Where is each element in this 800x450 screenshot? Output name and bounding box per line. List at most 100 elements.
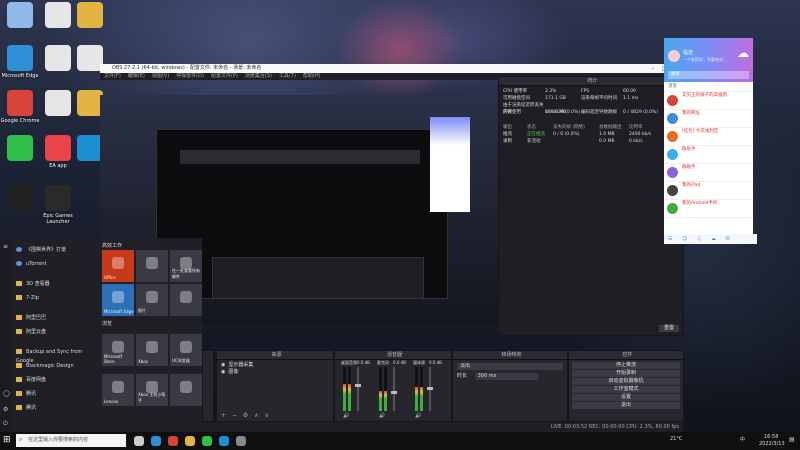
start-tile[interactable]: Microsoft Store xyxy=(102,334,134,366)
volume-slider[interactable] xyxy=(393,367,395,411)
start-list-item[interactable]: 腾讯 xyxy=(16,390,96,399)
start-tile[interactable]: Microsoft Edge xyxy=(102,284,134,316)
menu-item[interactable]: 编辑(E) xyxy=(128,73,145,79)
explorer-icon[interactable] xyxy=(185,436,195,446)
move-up-icon[interactable]: ∧ xyxy=(254,412,258,419)
start-list-item[interactable]: Backup and Sync from Google xyxy=(16,348,96,364)
add-source-icon[interactable]: + xyxy=(221,412,226,419)
start-tile[interactable] xyxy=(170,374,202,406)
visibility-icon[interactable]: ◉ xyxy=(221,362,225,368)
qq-search-input[interactable]: 搜索 xyxy=(668,71,749,79)
source-item[interactable]: ◉ 显示器采集 xyxy=(221,362,329,369)
chat-list-item[interactable]: 又见王的骑子的高福鸽 xyxy=(664,92,753,110)
notification-icon[interactable]: ▤ xyxy=(789,436,795,443)
chat-list-item[interactable]: 我的Android手机 xyxy=(664,200,753,218)
settings-icon[interactable]: ⚙ xyxy=(243,412,248,419)
start-tile[interactable] xyxy=(170,284,202,316)
chat-list-item[interactable]: 群助手 xyxy=(664,146,753,164)
start-tile[interactable]: Xbox 主机小帮手 xyxy=(136,374,168,406)
start-list-item[interactable]: 《围棋世界》打谱 xyxy=(16,246,96,255)
remove-source-icon[interactable]: − xyxy=(232,412,237,419)
start-list-item[interactable]: Blackmagic Design xyxy=(16,362,96,371)
obs-title-bar[interactable]: OBS 27.2.1 (64-bit, windows) - 配置文件: 未命名… xyxy=(100,64,683,73)
taskbar-search-input[interactable]: 在这里输入你要搜索的内容 xyxy=(16,434,126,447)
stats-cell: 171.1 GB xyxy=(545,96,566,101)
level-meter xyxy=(384,367,387,411)
start-tile[interactable]: UC浏览器 xyxy=(170,334,202,366)
start-tile[interactable]: Lenovo xyxy=(102,374,134,406)
chat-list-item[interactable]: 我的iPad xyxy=(664,182,753,200)
duration-input[interactable]: 300 ms xyxy=(474,373,538,380)
start-list-item[interactable]: 百度网盘 xyxy=(16,376,96,385)
volume-handle[interactable] xyxy=(427,386,433,390)
qq-avatar[interactable] xyxy=(668,50,680,62)
clock-time[interactable]: 16:58 xyxy=(764,434,778,440)
qq-icon[interactable] xyxy=(219,436,229,446)
folder-icon xyxy=(16,329,22,334)
settings-icon[interactable]: ⚙ xyxy=(3,406,8,413)
reset-button[interactable]: 重置 xyxy=(659,325,679,332)
start-tile[interactable]: Office xyxy=(102,250,134,282)
minimize-icon[interactable]: – xyxy=(647,64,659,73)
tile-label: 在一处查看所有邮件 xyxy=(172,268,200,279)
menu-item[interactable]: 场景集合(S) xyxy=(245,73,272,79)
ime-indicator[interactable]: 中 xyxy=(740,436,745,443)
wechat-icon[interactable] xyxy=(202,436,212,446)
control-button[interactable]: 开始录制 xyxy=(572,370,680,377)
control-button[interactable]: 启动虚拟摄像机 xyxy=(572,378,680,385)
menu-item[interactable]: 帮助(H) xyxy=(303,73,321,79)
chrome-icon[interactable] xyxy=(168,436,178,446)
edge-icon[interactable] xyxy=(151,436,161,446)
control-button[interactable]: 设置 xyxy=(572,394,680,401)
obs-icon[interactable] xyxy=(236,436,246,446)
menu-item[interactable]: 视图(V) xyxy=(152,73,169,79)
hamburger-icon[interactable]: ≡ xyxy=(3,243,8,250)
chat-list-item[interactable]: 我的网址 xyxy=(664,110,753,128)
start-list-item[interactable]: 阿里巴巴 xyxy=(16,314,96,323)
qq-window[interactable]: 临岩 一个老同学，不要有对... ☁ 搜索 消息 又见王的骑子的高福鸽 我的网址 [… xyxy=(664,38,757,244)
menu-item[interactable]: 工具(T) xyxy=(279,73,296,79)
start-list-item[interactable]: uTorrent xyxy=(16,260,96,269)
mute-icon[interactable]: 🔊 xyxy=(415,413,421,419)
control-button[interactable]: 停止推流 xyxy=(572,362,680,369)
start-tile[interactable]: Xbox xyxy=(136,334,168,366)
volume-handle[interactable] xyxy=(391,391,397,395)
power-icon[interactable]: ⏻ xyxy=(3,420,8,428)
chat-list-item[interactable]: 群助手 xyxy=(664,164,753,182)
start-list-item[interactable]: 阿里云盘 xyxy=(16,328,96,337)
qq-tab-messages[interactable]: 消息 xyxy=(664,82,753,92)
start-list-item[interactable]: 腾讯 xyxy=(16,404,96,413)
desktop-icon[interactable]: Microsoft Edge xyxy=(0,45,40,79)
start-tile[interactable]: 在一处查看所有邮件 xyxy=(170,250,202,282)
desktop-icon[interactable]: Epic Games Launcher xyxy=(38,185,78,225)
chat-list-item[interactable]: [红包] 今年福利区 xyxy=(664,128,753,146)
desktop-icon[interactable]: Google Chrome xyxy=(0,90,40,124)
task-view-icon[interactable] xyxy=(134,436,144,446)
start-button[interactable]: ⊞ xyxy=(3,436,12,445)
desktop-icon[interactable] xyxy=(0,2,40,30)
volume-handle[interactable] xyxy=(355,383,361,387)
clock-date[interactable]: 2022/3/13 xyxy=(759,441,785,447)
mute-icon[interactable]: 🔊 xyxy=(379,413,385,419)
start-tile[interactable] xyxy=(136,250,168,282)
desktop-icon[interactable] xyxy=(0,135,40,163)
start-list-item[interactable]: 7-Zip xyxy=(16,294,96,303)
menu-item[interactable]: 停靠部件(D) xyxy=(176,73,204,79)
weather-text[interactable]: 21°C xyxy=(670,436,682,442)
transition-select[interactable]: 淡出 xyxy=(457,363,563,370)
menu-item[interactable]: 配置文件(P) xyxy=(211,73,238,79)
mixer-channel: 媒体源 0.0 dB 🔊 xyxy=(413,360,445,419)
user-icon[interactable]: ◯ xyxy=(3,390,10,397)
volume-slider[interactable] xyxy=(357,367,359,411)
control-button[interactable]: 退出 xyxy=(572,402,680,409)
desktop-icon[interactable] xyxy=(0,185,40,213)
mute-icon[interactable]: 🔊 xyxy=(343,413,349,419)
visibility-icon[interactable]: ◉ xyxy=(221,369,225,375)
desktop-icon[interactable] xyxy=(70,2,110,30)
start-list-item[interactable]: 3D 查看器 xyxy=(16,280,96,289)
start-tile[interactable]: 照片 xyxy=(136,284,168,316)
control-button[interactable]: 工作室模式 xyxy=(572,386,680,393)
menu-item[interactable]: 文件(F) xyxy=(104,73,121,79)
move-down-icon[interactable]: ∨ xyxy=(265,412,269,419)
source-item[interactable]: ◉ 图像 xyxy=(221,369,329,376)
